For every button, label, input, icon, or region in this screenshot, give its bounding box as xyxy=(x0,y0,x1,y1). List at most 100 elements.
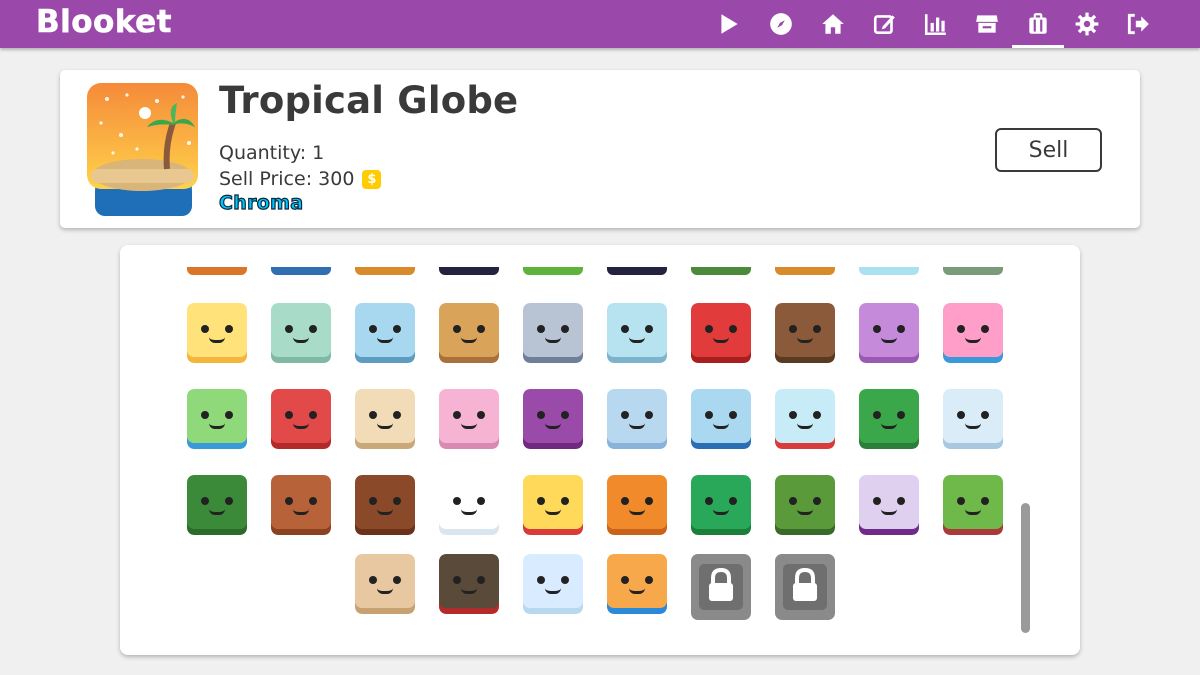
blooket-logo[interactable]: Blooket xyxy=(36,4,172,41)
mummy-blook[interactable] xyxy=(355,554,415,614)
blook-eye-icon xyxy=(453,576,461,584)
blook-eye-icon xyxy=(645,576,653,584)
blook-eye-icon xyxy=(873,325,881,333)
blook-eye-icon xyxy=(477,497,485,505)
scrollbar[interactable] xyxy=(1021,503,1030,633)
blook-info-card: Tropical Globe Quantity: 1 Sell Price: 3… xyxy=(60,70,1140,228)
octopus-blook[interactable] xyxy=(523,389,583,449)
blook-eye-icon xyxy=(813,497,821,505)
blook-face-icon xyxy=(523,554,583,608)
sell-price-text: Sell Price: 300 $ xyxy=(219,168,382,190)
gingerbread-house-blook[interactable] xyxy=(355,475,415,535)
discover-icon[interactable] xyxy=(761,0,801,48)
swamp-monster-blook[interactable] xyxy=(691,475,751,535)
shark-blook[interactable] xyxy=(691,389,751,449)
mad-scientist-blook[interactable] xyxy=(523,303,583,363)
blook-face-icon xyxy=(607,389,667,443)
present-blook[interactable] xyxy=(859,389,919,449)
clownfish-blook[interactable] xyxy=(943,303,1003,363)
logout-icon[interactable] xyxy=(1118,0,1158,48)
kawaii-cat-blook[interactable] xyxy=(187,303,247,363)
jack-o-lantern-blook[interactable] xyxy=(607,475,667,535)
brain-jar-blook[interactable] xyxy=(607,303,667,363)
jellyfish-blook[interactable] xyxy=(859,303,919,363)
blobfish-blook[interactable] xyxy=(439,389,499,449)
market-icon[interactable] xyxy=(967,0,1007,48)
locked-blook[interactable] xyxy=(775,554,835,620)
hot-cocoa-blook[interactable] xyxy=(943,389,1003,449)
play-icon[interactable] xyxy=(709,0,749,48)
blook-eye-icon xyxy=(957,497,965,505)
wreath-blook[interactable] xyxy=(187,475,247,535)
locked-blook[interactable] xyxy=(691,554,751,620)
blook-eye-icon xyxy=(621,325,629,333)
snowman-blook[interactable] xyxy=(439,475,499,535)
blook-partial[interactable] xyxy=(523,267,583,275)
blook-eye-icon xyxy=(729,411,737,419)
blook-partial[interactable] xyxy=(607,267,667,275)
home-icon[interactable] xyxy=(813,0,853,48)
snow-globe-blook[interactable] xyxy=(775,389,835,449)
blook-face-icon xyxy=(271,475,331,529)
blook-partial[interactable] xyxy=(859,267,919,275)
gingerbread-man-blook[interactable] xyxy=(271,475,331,535)
blook-eye-icon xyxy=(981,325,989,333)
lock-icon xyxy=(691,554,751,620)
crate-blook[interactable] xyxy=(439,303,499,363)
blook-partial[interactable] xyxy=(271,267,331,275)
santa-claus-blook[interactable] xyxy=(523,475,583,535)
blook-eye-icon xyxy=(393,576,401,584)
blook-eye-icon xyxy=(897,411,905,419)
blook-face-icon xyxy=(607,303,667,357)
blook-face-icon xyxy=(523,303,583,357)
blooks-icon[interactable] xyxy=(1012,0,1064,48)
blook-eye-icon xyxy=(645,497,653,505)
blook-face-icon xyxy=(187,303,247,357)
narwhal-blook[interactable] xyxy=(607,389,667,449)
robot-blook[interactable] xyxy=(271,303,331,363)
blook-eye-icon xyxy=(957,411,965,419)
create-icon[interactable] xyxy=(865,0,905,48)
mecha-blook[interactable] xyxy=(691,303,751,363)
blook-eye-icon xyxy=(705,411,713,419)
blook-partial[interactable] xyxy=(187,267,247,275)
tropical-globe-image xyxy=(87,83,198,216)
vampire-blook[interactable] xyxy=(859,475,919,535)
blook-face-icon xyxy=(439,389,499,443)
blook-eye-icon xyxy=(201,325,209,333)
blook-partial[interactable] xyxy=(691,267,751,275)
blook-eye-icon xyxy=(477,576,485,584)
blook-eye-icon xyxy=(537,411,545,419)
tropical-globe-blook[interactable] xyxy=(607,554,667,614)
blook-face-icon xyxy=(355,303,415,357)
blook-partial[interactable] xyxy=(439,267,499,275)
blook-eye-icon xyxy=(813,325,821,333)
blooks-grid[interactable] xyxy=(120,245,1080,655)
computer-blook[interactable] xyxy=(355,303,415,363)
blook-eye-icon xyxy=(957,325,965,333)
settings-icon[interactable] xyxy=(1067,0,1107,48)
crab-blook[interactable] xyxy=(271,389,331,449)
blook-eye-icon xyxy=(285,497,293,505)
blook-partial[interactable] xyxy=(775,267,835,275)
blook-face-icon xyxy=(691,389,751,443)
werewolf-blook[interactable] xyxy=(439,554,499,614)
ghost-blook[interactable] xyxy=(523,554,583,614)
frankenstein-blook[interactable] xyxy=(775,475,835,535)
frog-blook[interactable] xyxy=(187,389,247,449)
stats-icon[interactable] xyxy=(916,0,956,48)
sell-button[interactable]: Sell xyxy=(995,128,1102,172)
boot-blook[interactable] xyxy=(775,303,835,363)
blook-eye-icon xyxy=(309,411,317,419)
zombie-blook[interactable] xyxy=(943,475,1003,535)
blook-title: Tropical Globe xyxy=(219,79,519,122)
blook-eye-icon xyxy=(393,497,401,505)
blook-face-icon xyxy=(943,303,1003,357)
blook-eye-icon xyxy=(645,325,653,333)
blook-face-icon xyxy=(775,389,835,443)
blook-partial[interactable] xyxy=(943,267,1003,275)
blook-eye-icon xyxy=(621,576,629,584)
blook-partial[interactable] xyxy=(355,267,415,275)
pufferfish-blook[interactable] xyxy=(355,389,415,449)
blook-eye-icon xyxy=(897,497,905,505)
